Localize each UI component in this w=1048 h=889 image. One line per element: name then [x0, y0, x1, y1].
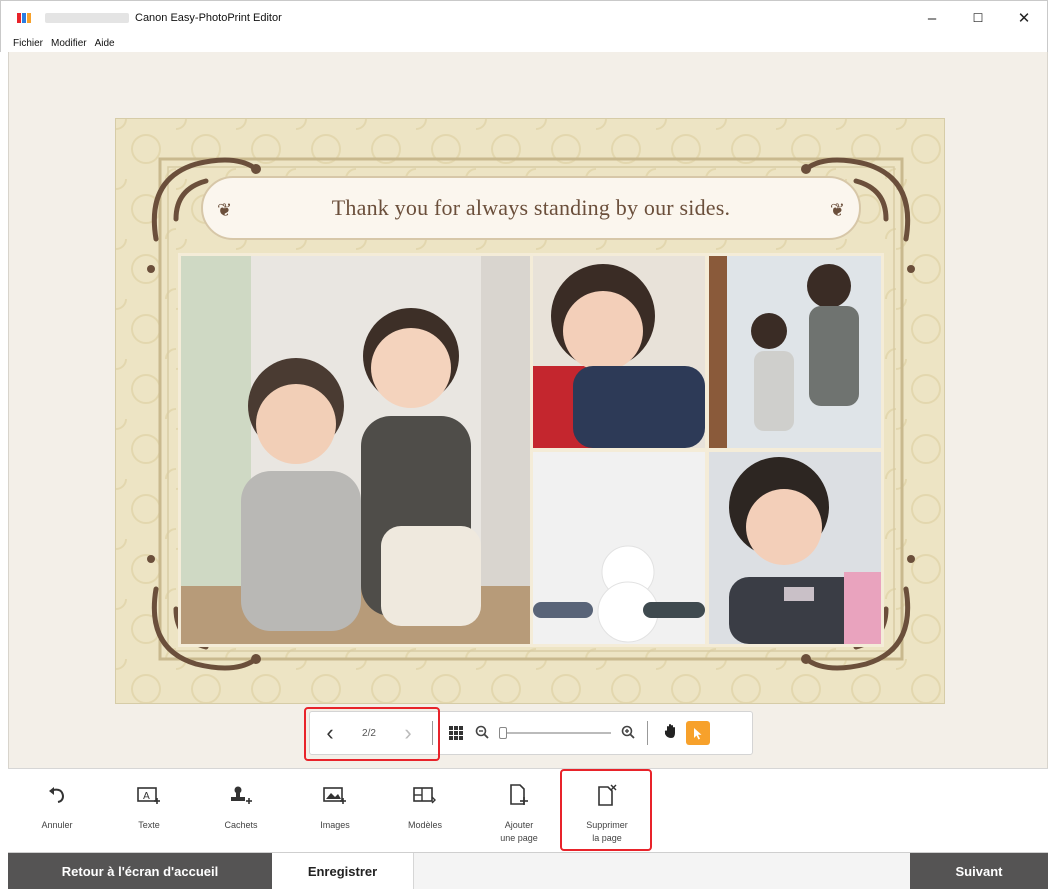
svg-text:A: A: [143, 791, 150, 802]
zoom-slider-thumb[interactable]: [499, 727, 507, 739]
menu-help[interactable]: Aide: [95, 38, 115, 49]
photo-top-middle[interactable]: [530, 253, 708, 451]
back-to-home-button[interactable]: Retour à l'écran d'accueil: [8, 853, 272, 889]
left-ornament: ❦: [217, 200, 233, 220]
card-message[interactable]: Thank you for always standing by our sid…: [332, 195, 730, 221]
text-label: Texte: [138, 820, 160, 830]
message-banner[interactable]: ❦ Thank you for always standing by our s…: [201, 176, 861, 240]
undo-button[interactable]: Annuler: [20, 779, 94, 849]
zoom-out-icon[interactable]: [475, 725, 489, 742]
photo-bottom-middle[interactable]: [530, 449, 708, 647]
app-icon: [17, 12, 31, 23]
text-icon: A: [137, 783, 161, 807]
text-button[interactable]: A Texte: [112, 779, 186, 849]
delete-page-icon: [595, 783, 619, 807]
zoom-slider[interactable]: [499, 726, 611, 740]
close-button[interactable]: ✕: [1001, 1, 1047, 35]
tool-panel: Annuler A Texte Cachets Images Modèles A…: [8, 768, 1048, 852]
zoom-slider-track: [499, 732, 611, 734]
add-page-icon: [507, 783, 531, 807]
images-icon: [323, 783, 347, 807]
workspace: ❦ Thank you for always standing by our s…: [8, 52, 1048, 768]
menu-edit[interactable]: Modifier: [51, 38, 87, 49]
next-page-button[interactable]: ›: [392, 722, 424, 744]
previous-page-button[interactable]: ‹: [314, 722, 346, 744]
separator: [432, 721, 433, 745]
title-bar: Canon Easy-PhotoPrint Editor – ☐ ✕: [0, 0, 1048, 34]
delete-page-label: Supprimer la page: [586, 820, 628, 843]
page-list-icon[interactable]: [449, 726, 463, 740]
maximize-button[interactable]: ☐: [955, 1, 1001, 35]
templates-button[interactable]: Modèles: [388, 779, 462, 849]
stamp-icon: [229, 783, 253, 807]
undo-icon: [45, 783, 69, 807]
photo-bottom-right[interactable]: [706, 449, 884, 647]
delete-page-button[interactable]: Supprimer la page: [570, 779, 644, 849]
stamps-button[interactable]: Cachets: [204, 779, 278, 849]
bottom-bar: Retour à l'écran d'accueil Enregistrer S…: [8, 852, 1048, 889]
right-ornament: ❦: [829, 200, 845, 220]
window-controls: – ☐ ✕: [909, 1, 1047, 35]
page-indicator: 2/2: [362, 727, 376, 739]
menu-bar: Fichier Modifier Aide: [0, 34, 1048, 52]
menu-file[interactable]: Fichier: [13, 38, 43, 49]
canvas-toolbar: ‹ 2/2 ›: [309, 711, 753, 755]
undo-label: Annuler: [41, 820, 73, 830]
next-button[interactable]: Suivant: [910, 853, 1048, 889]
images-label: Images: [320, 820, 350, 830]
photo-top-right[interactable]: [706, 253, 884, 451]
blurred-document-name: [45, 12, 129, 23]
separator: [647, 721, 648, 745]
zoom-in-icon[interactable]: [621, 725, 635, 742]
add-page-button[interactable]: Ajouter une page: [482, 779, 556, 849]
photo-main[interactable]: [178, 253, 534, 647]
templates-label: Modèles: [407, 820, 443, 830]
select-tool-icon[interactable]: [686, 721, 710, 745]
images-button[interactable]: Images: [298, 779, 372, 849]
greeting-card-canvas[interactable]: ❦ Thank you for always standing by our s…: [115, 118, 945, 704]
stamps-label: Cachets: [224, 820, 258, 830]
hand-tool-icon[interactable]: [664, 723, 678, 743]
add-page-label: Ajouter une page: [500, 820, 538, 843]
templates-icon: [413, 783, 437, 807]
window-title: Canon Easy-PhotoPrint Editor: [135, 11, 282, 24]
minimize-button[interactable]: –: [909, 1, 955, 35]
save-button[interactable]: Enregistrer: [272, 853, 414, 889]
